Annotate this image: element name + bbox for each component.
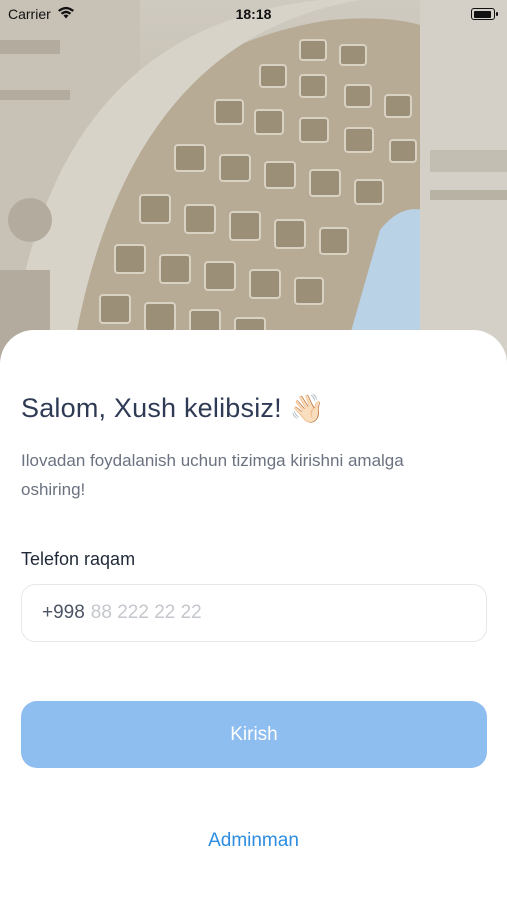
phone-prefix: +998 [42, 602, 85, 623]
login-sheet: Salom, Xush kelibsiz! 👋🏻 Ilovadan foydal… [0, 330, 507, 900]
waving-hand-icon: 👋🏻 [289, 393, 325, 424]
phone-field[interactable]: +998 [21, 584, 487, 642]
battery-icon [471, 8, 498, 20]
login-button[interactable]: Kirish [21, 701, 487, 768]
admin-link[interactable]: Adminman [0, 830, 507, 852]
login-button-label: Kirish [230, 723, 278, 745]
welcome-title-text: Salom, Xush kelibsiz! [21, 393, 282, 423]
phone-label: Telefon raqam [21, 549, 136, 569]
status-bar: Carrier 18:18 [0, 0, 507, 30]
welcome-subtitle: Ilovadan foydalanish uchun tizimga kiris… [21, 451, 404, 499]
phone-input[interactable] [90, 602, 391, 624]
status-time: 18:18 [235, 6, 272, 22]
welcome-title: Salom, Xush kelibsiz! 👋🏻 [21, 392, 325, 425]
hero-image [0, 0, 507, 370]
arch-illustration [0, 0, 507, 370]
